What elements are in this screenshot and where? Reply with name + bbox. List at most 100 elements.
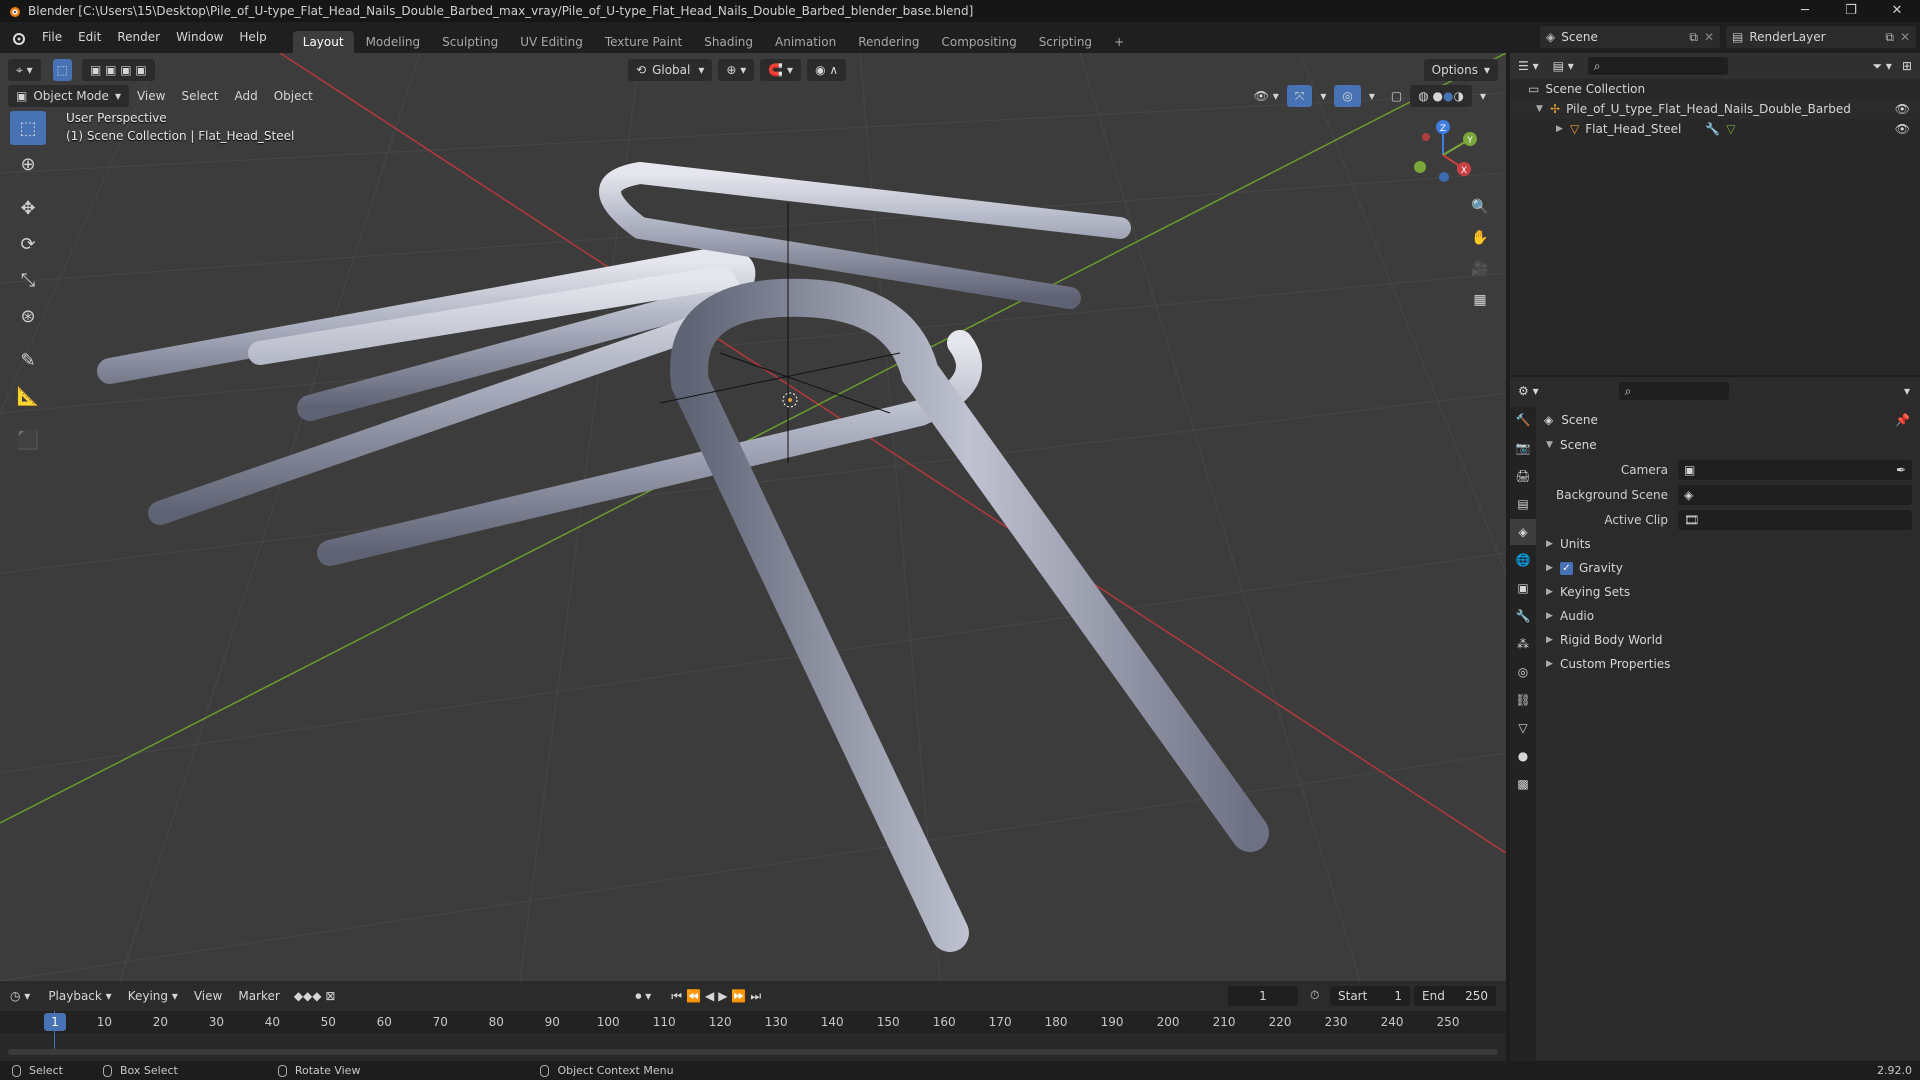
timeline-editor-icon[interactable]: ◷ ▾ [10, 989, 30, 1003]
material-tab-icon[interactable]: ● [1510, 743, 1536, 769]
audio-panel-header[interactable]: ▶ Audio [1538, 604, 1920, 628]
camera-view-icon[interactable]: 🎥 [1466, 255, 1494, 283]
camera-field[interactable]: ▣ ✒ [1678, 459, 1912, 480]
zoom-icon[interactable]: 🔍 [1466, 193, 1494, 221]
new-scene-icon[interactable]: ⧉ [1689, 30, 1698, 45]
custom-properties-panel-header[interactable]: ▶ Custom Properties [1538, 652, 1920, 676]
expand-arrow-icon[interactable]: ▶ [1556, 119, 1570, 139]
playback-controls-icons[interactable]: ⏮⏪◀▶⏩⏭ [671, 989, 765, 1004]
pivot-point-icon[interactable]: ⊕ ▾ [718, 59, 755, 81]
keying-sets-panel-header[interactable]: ▶ Keying Sets [1538, 580, 1920, 604]
overlay-icon[interactable]: ◎ [1334, 85, 1361, 107]
tab-compositing[interactable]: Compositing [931, 31, 1026, 53]
select-box-tool-icon[interactable]: ⬚ [10, 111, 46, 145]
gizmo-icon[interactable]: ⤧ [1286, 85, 1313, 107]
menu-file[interactable]: File [34, 22, 70, 53]
menu-add[interactable]: Add [226, 85, 265, 107]
menu-object[interactable]: Object [266, 85, 321, 107]
tab-shading[interactable]: Shading [694, 31, 763, 53]
scene-panel-header[interactable]: ▼ Scene [1538, 433, 1920, 457]
measure-tool-icon[interactable]: 📐 [10, 379, 46, 413]
blender-menu-icon[interactable] [10, 30, 26, 46]
view-layer-selector[interactable]: ▤ RenderLayer ⧉ ✕ [1726, 26, 1916, 48]
gravity-checkbox[interactable]: ✓ [1560, 561, 1573, 575]
output-tab-icon[interactable]: 🖨 [1510, 463, 1536, 489]
menu-window[interactable]: Window [168, 22, 231, 53]
texture-tab-icon[interactable]: ▩ [1510, 771, 1536, 797]
pin-icon[interactable]: 📌 [1895, 413, 1910, 427]
proportional-edit-icon[interactable]: ◉ ∧ [807, 59, 847, 81]
tab-rendering[interactable]: Rendering [848, 31, 929, 53]
3d-viewport[interactable]: ⌖ ▾ ⬚ ▣ ▣ ▣ ▣ ⟲ Global ▾ ⊕ ▾ 🧲 ▾ ◉ ∧ Optio… [0, 53, 1506, 981]
object-tab-icon[interactable]: ▣ [1510, 575, 1536, 601]
eyedropper-icon[interactable]: ✒ [1896, 463, 1906, 477]
add-cube-tool-icon[interactable]: ⬛ [10, 423, 46, 457]
units-panel-header[interactable]: ▶ Units [1538, 532, 1920, 556]
tab-modeling[interactable]: Modeling [356, 31, 431, 53]
navigation-gizmo[interactable]: Z Y X [1398, 117, 1488, 192]
display-mode-icon[interactable]: ▤ ▾ [1553, 59, 1574, 73]
stopwatch-icon[interactable]: ⏱ [1310, 988, 1319, 1003]
chevron-down-icon[interactable]: ▾ [1904, 384, 1910, 398]
new-layer-icon[interactable]: ⧉ [1885, 30, 1894, 45]
keyframe-icons[interactable]: ◆◆◆ ⊠ [294, 989, 336, 1003]
outliner-row-scene-collection[interactable]: ▭ Scene Collection [1510, 79, 1920, 99]
outliner-editor-icon[interactable]: ☰ ▾ [1518, 59, 1539, 73]
background-scene-field[interactable]: ◈ [1678, 484, 1912, 505]
transform-orientation-dropdown[interactable]: ⟲ Global ▾ [628, 59, 713, 81]
outliner-row-parent[interactable]: ▼ ✢ Pile_of_U_type_Flat_Head_Nails_Doubl… [1510, 99, 1920, 119]
shading-dropdown-icon[interactable]: ▾ [1472, 85, 1494, 107]
tab-texture-paint[interactable]: Texture Paint [595, 31, 692, 53]
properties-editor-icon[interactable]: ⚙ ▾ [1518, 384, 1539, 398]
restore-icon[interactable]: ❐ [1828, 0, 1874, 22]
playhead-frame[interactable]: 1 [44, 1013, 66, 1031]
scene-tab-icon[interactable]: ◈ [1510, 519, 1536, 545]
mesh-data-tab-icon[interactable]: ▽ [1510, 715, 1536, 741]
xray-icon[interactable]: ▢ [1383, 85, 1410, 107]
gizmo-dropdown-icon[interactable]: ▾ [1312, 85, 1334, 107]
active-clip-field[interactable]: 🎞 [1678, 509, 1912, 530]
cursor-tool-icon[interactable]: ⊕ [10, 147, 46, 181]
overlay-dropdown-icon[interactable]: ▾ [1361, 85, 1383, 107]
gravity-panel-header[interactable]: ▶ ✓ Gravity [1538, 556, 1920, 580]
outliner-search-input[interactable]: ⌕ [1587, 57, 1728, 75]
scene-selector[interactable]: ◈ Scene ⧉ ✕ [1540, 26, 1720, 48]
minimize-icon[interactable]: ─ [1782, 0, 1828, 22]
menu-render[interactable]: Render [109, 22, 168, 53]
rigid-body-world-panel-header[interactable]: ▶ Rigid Body World [1538, 628, 1920, 652]
physics-tab-icon[interactable]: ◎ [1510, 659, 1536, 685]
visibility-eye-icon[interactable]: 👁 [1895, 99, 1910, 119]
shading-modes-icons[interactable]: ◍ ● ● ◑ [1410, 85, 1472, 107]
rotate-tool-icon[interactable]: ⟳ [10, 227, 46, 261]
modifier-tab-icon[interactable]: 🔧 [1510, 603, 1536, 629]
menu-view[interactable]: View [129, 85, 173, 107]
properties-search-input[interactable]: ⌕ [1618, 382, 1729, 400]
expand-arrow-icon[interactable]: ▼ [1536, 99, 1550, 119]
end-frame-field[interactable]: End 250 [1414, 986, 1496, 1006]
mode-dropdown[interactable]: ▣ Object Mode ▾ [8, 85, 129, 107]
timeline-scrollbar[interactable] [8, 1049, 1498, 1055]
menu-edit[interactable]: Edit [70, 22, 109, 53]
annotate-tool-icon[interactable]: ✎ [10, 343, 46, 377]
select-mode-icons[interactable]: ▣ ▣ ▣ ▣ [81, 59, 155, 81]
outliner-row-child[interactable]: ▶ ▽ Flat_Head_Steel 🔧 ▽ 👁 [1510, 119, 1920, 139]
close-icon[interactable]: ✕ [1874, 0, 1920, 22]
constraints-tab-icon[interactable]: ⛓ [1510, 687, 1536, 713]
menu-timeline-view[interactable]: View [186, 985, 230, 1007]
tab-layout[interactable]: Layout [292, 31, 354, 53]
filter-icon[interactable]: ⏷ ▾ [1872, 59, 1891, 74]
nails-mesh[interactable] [97, 161, 1269, 952]
editor-type-icon[interactable]: ⌖ ▾ [8, 59, 41, 81]
new-collection-icon[interactable]: ⊞ [1902, 59, 1912, 73]
tab-scripting[interactable]: Scripting [1029, 31, 1102, 53]
timeline-ruler[interactable]: 10 20 30 40 50 60 70 80 90 100 110 120 130 140 150 160 1… [0, 1011, 1506, 1033]
menu-help[interactable]: Help [231, 22, 274, 53]
render-tab-icon[interactable]: 📷 [1510, 435, 1536, 461]
visibility-icon[interactable]: 👁 ▾ [1246, 85, 1287, 107]
visibility-eye-icon[interactable]: 👁 [1895, 119, 1910, 139]
tab-uv-editing[interactable]: UV Editing [510, 31, 593, 53]
scale-tool-icon[interactable]: ⤡ [10, 263, 46, 297]
particles-tab-icon[interactable]: ⁂ [1510, 631, 1536, 657]
world-tab-icon[interactable]: 🌐 [1510, 547, 1536, 573]
start-frame-field[interactable]: Start 1 [1330, 986, 1410, 1006]
